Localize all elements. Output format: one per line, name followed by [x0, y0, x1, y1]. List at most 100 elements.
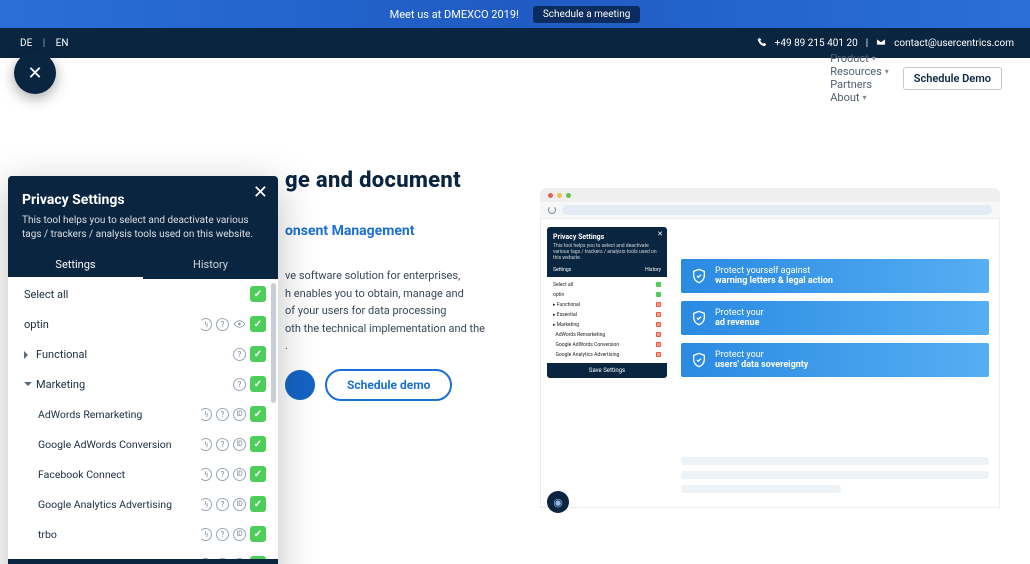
nav-item-product[interactable]: Product▾ [830, 52, 889, 65]
toggle-checkbox[interactable] [250, 496, 266, 512]
history-icon[interactable] [199, 438, 212, 451]
benefit-bar: Protect yourself againstwarning letters … [681, 259, 989, 293]
help-icon[interactable]: ? [216, 318, 229, 331]
setting-label: Functional [24, 348, 87, 361]
setting-row: Google AdWords Conversion? ID [8, 429, 278, 459]
hero-schedule-button[interactable]: Schedule demo [325, 369, 452, 401]
history-icon[interactable] [199, 528, 212, 541]
setting-label: Google AdWords Conversion [38, 438, 172, 451]
mini-tab-history: History [645, 267, 661, 273]
chevron-down-icon: ▾ [872, 54, 876, 63]
setting-row: Marketing? [8, 369, 278, 399]
lang-en[interactable]: EN [52, 38, 73, 49]
toggle-checkbox[interactable] [250, 436, 266, 452]
hero-body: ve software solution for enterprises, h … [285, 267, 515, 355]
help-icon[interactable]: ? [216, 498, 229, 511]
phone-icon [757, 37, 767, 50]
toggle-checkbox[interactable] [250, 346, 266, 362]
mini-row: ▸ Marketing [553, 320, 661, 330]
toggle-checkbox[interactable] [250, 376, 266, 392]
contact-separator: | [866, 38, 868, 49]
mini-row: ▸ Essential [553, 310, 661, 320]
history-icon[interactable] [199, 498, 212, 511]
mail-icon [876, 37, 886, 50]
main-nav: Product▾Resources▾PartnersAbout▾ Schedul… [0, 58, 1030, 98]
mini-row: Google AdWords Conversion [553, 340, 661, 350]
benefit-bar: Protect yourusers' data sovereignty [681, 343, 989, 377]
hero-primary-button[interactable] [285, 370, 315, 400]
caret-right-icon[interactable] [24, 351, 32, 359]
mini-tab-settings: Settings [553, 267, 571, 273]
toggle-checkbox[interactable] [250, 316, 266, 332]
chevron-down-icon: ▾ [885, 67, 889, 76]
modal-close-button[interactable]: ✕ [253, 184, 268, 202]
help-icon[interactable]: ? [216, 438, 229, 451]
toggle-checkbox[interactable] [250, 286, 266, 302]
id-icon[interactable]: ID [233, 468, 246, 481]
phone-number[interactable]: +49 89 215 401 20 [775, 38, 858, 49]
toggle-checkbox[interactable] [250, 466, 266, 482]
nav-item-resources[interactable]: Resources▾ [830, 65, 889, 78]
setting-label: Marketing [24, 378, 85, 391]
history-icon[interactable] [199, 558, 212, 560]
history-icon[interactable] [199, 408, 212, 421]
toggle-checkbox[interactable] [250, 406, 266, 422]
contact-email[interactable]: contact@usercentrics.com [894, 38, 1014, 49]
demo-url-bar [540, 202, 1000, 218]
toggle-checkbox[interactable] [250, 526, 266, 542]
lang-de[interactable]: DE [16, 38, 36, 49]
mini-privacy-card: ✕ Privacy Settings This tool helps you t… [547, 227, 667, 378]
id-icon[interactable]: ID [233, 498, 246, 511]
mini-close-icon: ✕ [657, 230, 663, 238]
setting-row: AdWords Remarketing?ID [8, 399, 278, 429]
mini-title: Privacy Settings [553, 233, 661, 241]
hero-section: ge and document onsent Management ve sof… [285, 168, 515, 401]
help-icon[interactable]: ? [216, 558, 229, 560]
demo-window-chrome [540, 188, 1000, 202]
mini-row: Google Analytics Advertising [553, 350, 661, 360]
history-icon[interactable] [199, 318, 212, 331]
reload-icon [548, 206, 556, 214]
mini-save: Save Settings [547, 363, 667, 378]
setting-row: Google Analytics Advertising? ID [8, 489, 278, 519]
tab-settings[interactable]: Settings [8, 252, 143, 279]
floating-close-button[interactable]: ✕ [14, 52, 56, 94]
help-icon[interactable]: ? [233, 378, 246, 391]
setting-row: Facebook Connect? ID [8, 459, 278, 489]
id-icon[interactable]: ID [233, 438, 246, 451]
modal-scrollbar[interactable] [271, 283, 276, 403]
benefit-bar: Protect your ad revenue [681, 301, 989, 335]
toggle-checkbox[interactable] [250, 556, 266, 559]
setting-label: Google Analytics Advertising [38, 498, 172, 511]
id-icon[interactable]: ID [233, 408, 246, 421]
save-settings-button[interactable]: Save settings [8, 559, 278, 564]
tab-history[interactable]: History [143, 252, 278, 279]
setting-row: SalesViewer? ID [8, 549, 278, 559]
banner-text: Meet us at DMEXCO 2019! [390, 8, 519, 21]
url-field [562, 205, 992, 215]
banner-cta-button[interactable]: Schedule a meeting [533, 6, 641, 23]
help-icon[interactable]: ? [216, 408, 229, 421]
schedule-demo-button[interactable]: Schedule Demo [903, 67, 1002, 90]
id-icon[interactable]: ID [233, 558, 246, 560]
history-icon[interactable] [199, 468, 212, 481]
chrome-max-dot [566, 193, 571, 198]
hero-subhead: onsent Management [285, 223, 515, 239]
modal-title: Privacy Settings [22, 192, 264, 208]
mini-desc: This tool helps you to select and deacti… [553, 243, 661, 261]
id-icon[interactable]: ID [233, 528, 246, 541]
caret-down-icon[interactable] [24, 382, 32, 390]
setting-label: Select all [24, 288, 68, 301]
chrome-min-dot [557, 193, 562, 198]
chrome-close-dot [548, 193, 553, 198]
eye-icon[interactable] [233, 318, 246, 331]
hero-headline: ge and document [285, 168, 515, 193]
help-icon[interactable]: ? [216, 528, 229, 541]
mini-row: ▸ Functional [553, 300, 661, 310]
setting-label: Facebook Connect [38, 468, 125, 481]
help-icon[interactable]: ? [233, 348, 246, 361]
setting-label: SalesViewer [38, 558, 95, 560]
setting-row: trbo?ID [8, 519, 278, 549]
help-icon[interactable]: ? [216, 468, 229, 481]
nav-item-partners[interactable]: Partners [830, 78, 889, 91]
